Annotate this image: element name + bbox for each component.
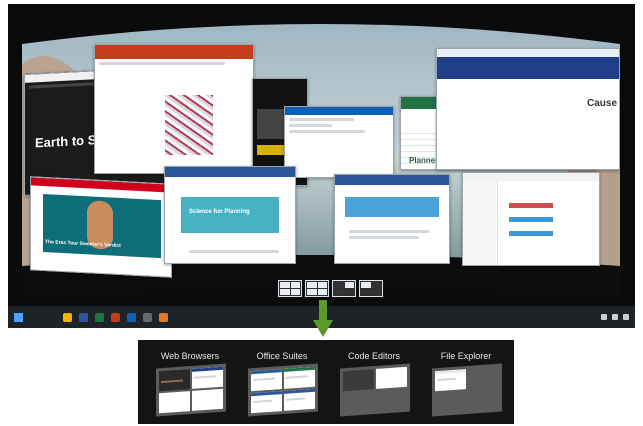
group-preview[interactable] (432, 363, 502, 417)
doc-banner (181, 197, 279, 233)
workspace-thumb-4[interactable] (359, 280, 383, 297)
taskbar-app-icon[interactable] (95, 312, 104, 322)
window-mail[interactable] (284, 106, 394, 178)
window-website-right[interactable]: Cause (436, 48, 620, 170)
taskbar-app-icon[interactable] (111, 312, 120, 322)
dna-slide-image (165, 95, 213, 155)
workspace-thumb-2[interactable] (305, 280, 329, 297)
tray-icon[interactable] (601, 314, 607, 320)
taskbar-app-icon[interactable] (63, 312, 72, 322)
taskbar-app-icon[interactable] (143, 312, 152, 322)
start-icon[interactable] (14, 312, 23, 322)
group-label: Office Suites (256, 351, 308, 361)
window-word-small[interactable] (334, 174, 450, 264)
workspace-thumb-1[interactable] (278, 280, 302, 297)
workspace-thumbnails[interactable] (278, 280, 383, 297)
group-label: File Explorer (440, 351, 492, 361)
down-arrow-icon (313, 300, 333, 337)
group-preview[interactable] (156, 363, 226, 417)
window-word-doc[interactable]: Science fun Planning (164, 166, 296, 264)
group-preview[interactable] (340, 363, 410, 417)
workspace-thumb-3[interactable] (332, 280, 356, 297)
taskbar-app-icon[interactable] (159, 312, 168, 322)
sports-hero-image (43, 193, 161, 259)
cause-heading: Cause (587, 98, 618, 109)
group-preview[interactable] (248, 363, 318, 417)
workspace-groups-panel: Web Browsers Office Suites Code Editors … (138, 340, 514, 424)
group-label: Web Browsers (160, 351, 220, 361)
tray-icon[interactable] (612, 314, 618, 320)
group-label: Code Editors (347, 351, 401, 361)
tray-icon[interactable] (623, 314, 629, 320)
desktop-view: Earth to Space The Eras Tour Sweeter's V… (8, 4, 635, 328)
doc-banner-title: Science fun Planning (189, 209, 250, 215)
window-sports-site[interactable]: The Eras Tour Sweeter's Verdict (30, 176, 172, 278)
video-thumbnail (257, 145, 287, 155)
group-code-editors[interactable]: Code Editors (334, 346, 414, 418)
planner-heading: Planner (409, 156, 439, 165)
taskbar-app-icon[interactable] (79, 312, 88, 322)
group-web-browsers[interactable]: Web Browsers (150, 346, 230, 418)
group-file-explorer[interactable]: File Explorer (426, 346, 506, 418)
window-powerpoint[interactable] (94, 44, 254, 174)
taskbar-app-icon[interactable] (127, 312, 136, 322)
window-file-explorer[interactable] (462, 172, 600, 266)
group-office-suites[interactable]: Office Suites (242, 346, 322, 418)
